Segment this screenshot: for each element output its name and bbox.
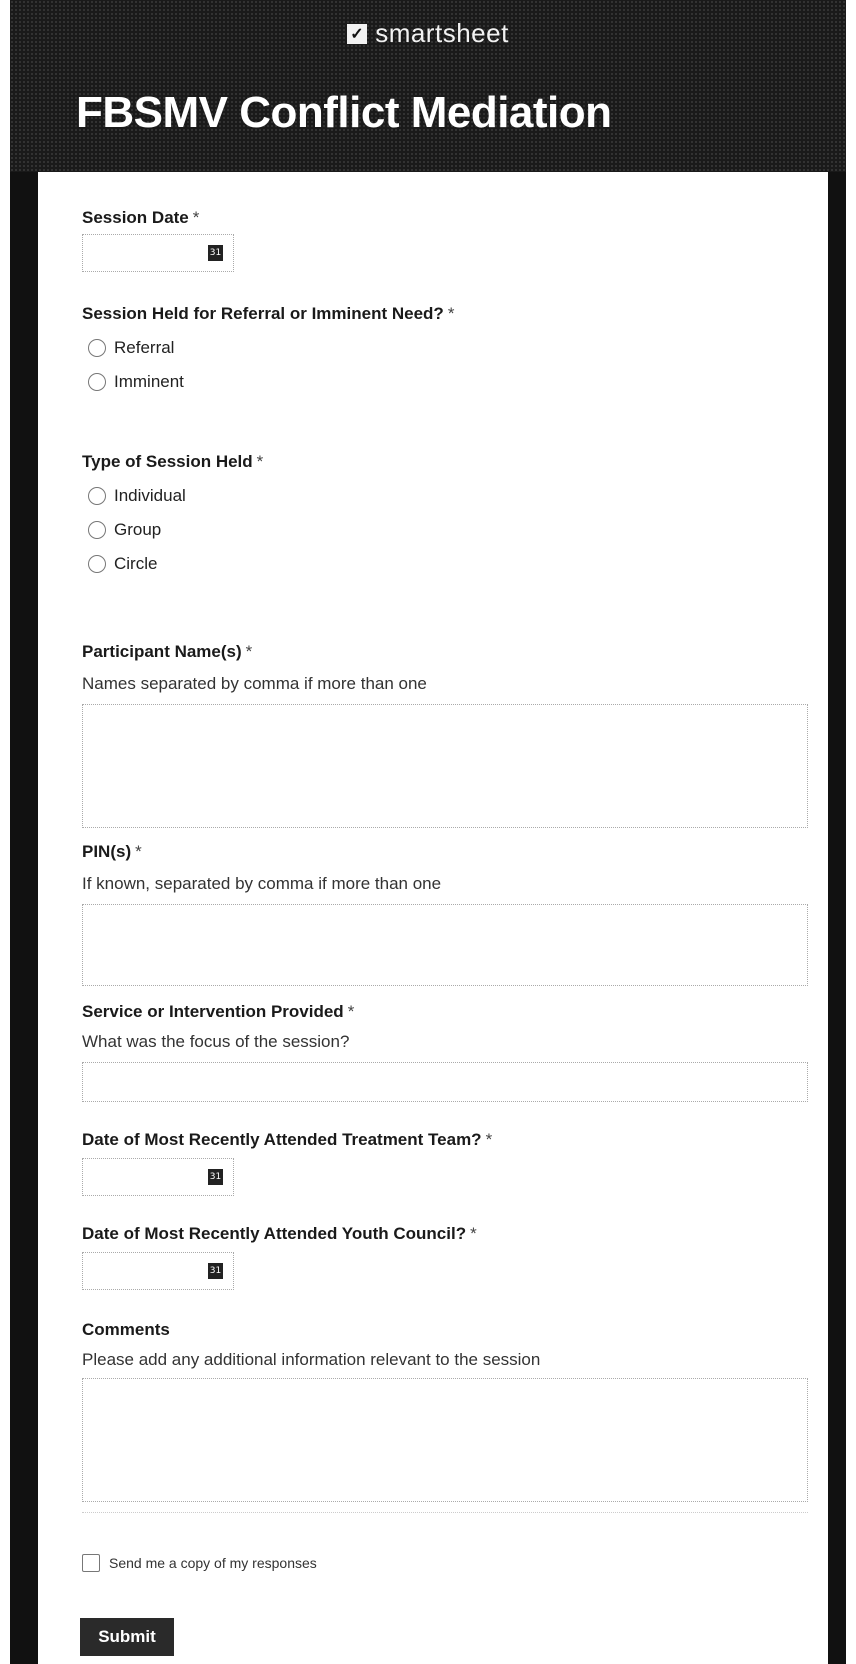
youth-council-date-input[interactable]: 31 [82,1252,234,1290]
form-card: Session Date * 31 Session Held for Referr… [38,172,828,1664]
radio-button[interactable] [88,373,106,391]
radio-label: Referral [114,338,175,357]
radio-button[interactable] [88,555,106,573]
radio-individual[interactable]: Individual [88,486,186,506]
required-marker: * [256,452,264,471]
radio-group[interactable]: Group [88,520,161,540]
service-input[interactable] [82,1062,808,1102]
required-marker: * [192,208,200,227]
required-marker: * [470,1224,477,1243]
comments-label: Comments [82,1320,170,1339]
radio-label: Circle [114,554,158,573]
participants-help: Names separated by comma if more than on… [82,674,427,693]
session-date-input[interactable]: 31 [82,234,234,272]
divider [82,1512,808,1513]
required-marker: * [135,842,142,861]
calendar-icon[interactable]: 31 [208,245,223,261]
copy-responses-row[interactable]: Send me a copy of my responses [82,1554,317,1572]
required-marker: * [347,1002,355,1021]
radio-button[interactable] [88,521,106,539]
calendar-icon[interactable]: 31 [208,1169,223,1185]
service-label: Service or Intervention Provided * [82,1002,355,1021]
session-held-label: Session Held for Referral or Imminent Ne… [82,304,455,323]
form-header: ✓ smartsheet FBSMV Conflict Mediation [10,0,846,172]
calendar-icon[interactable]: 31 [208,1263,223,1279]
service-help: What was the focus of the session? [82,1032,350,1051]
submit-button[interactable]: Submit [80,1618,174,1656]
treatment-team-date-input[interactable]: 31 [82,1158,234,1196]
required-marker: * [245,642,253,661]
session-type-label: Type of Session Held * [82,452,264,471]
radio-button[interactable] [88,339,106,357]
required-marker: * [485,1130,493,1149]
youth-council-date-label: Date of Most Recently Attended Youth Cou… [82,1224,477,1243]
participants-textarea[interactable] [82,704,808,828]
radio-imminent[interactable]: Imminent [88,372,184,392]
session-date-label: Session Date * [82,208,200,227]
comments-help: Please add any additional information re… [82,1350,541,1369]
copy-responses-label: Send me a copy of my responses [109,1555,317,1571]
comments-textarea[interactable] [82,1378,808,1502]
brand-name: smartsheet [375,18,509,48]
form-frame: ✓ smartsheet FBSMV Conflict Mediation Se… [10,0,846,1664]
radio-label: Imminent [114,372,184,391]
participants-label: Participant Name(s) * [82,642,253,661]
radio-circle[interactable]: Circle [88,554,157,574]
pins-textarea[interactable] [82,904,808,986]
required-marker: * [447,304,455,323]
radio-button[interactable] [88,487,106,505]
brand: ✓ smartsheet [10,18,846,49]
copy-responses-checkbox[interactable] [82,1554,100,1572]
treatment-team-date-label: Date of Most Recently Attended Treatment… [82,1130,493,1149]
pins-help: If known, separated by comma if more tha… [82,874,442,893]
radio-referral[interactable]: Referral [88,338,174,358]
pins-label: PIN(s) * [82,842,142,861]
radio-label: Individual [114,486,186,505]
smartsheet-logo-icon: ✓ [347,23,368,44]
radio-label: Group [114,520,162,539]
form-title: FBSMV Conflict Mediation [76,88,612,137]
